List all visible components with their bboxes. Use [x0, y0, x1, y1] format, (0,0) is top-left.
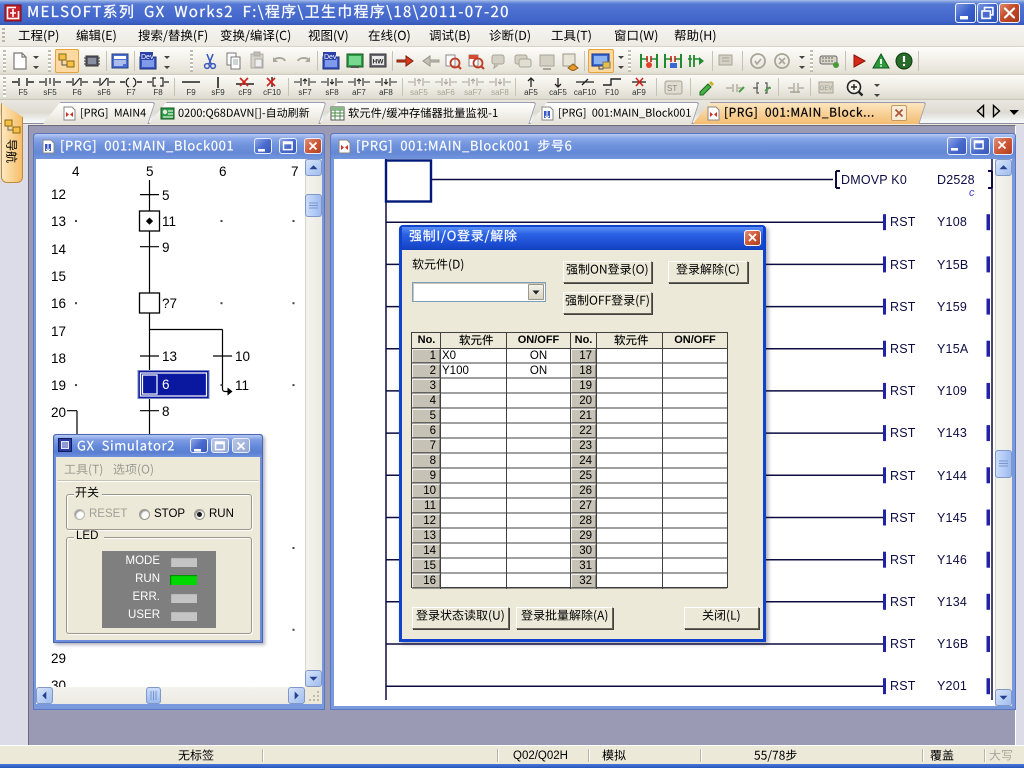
svg-text:Dev: Dev	[141, 54, 154, 61]
svg-text:HW: HW	[373, 59, 385, 66]
svg-text:ST: ST	[667, 84, 677, 93]
svg-text:Dev: Dev	[324, 54, 337, 61]
svg-text:DEV: DEV	[820, 86, 832, 92]
